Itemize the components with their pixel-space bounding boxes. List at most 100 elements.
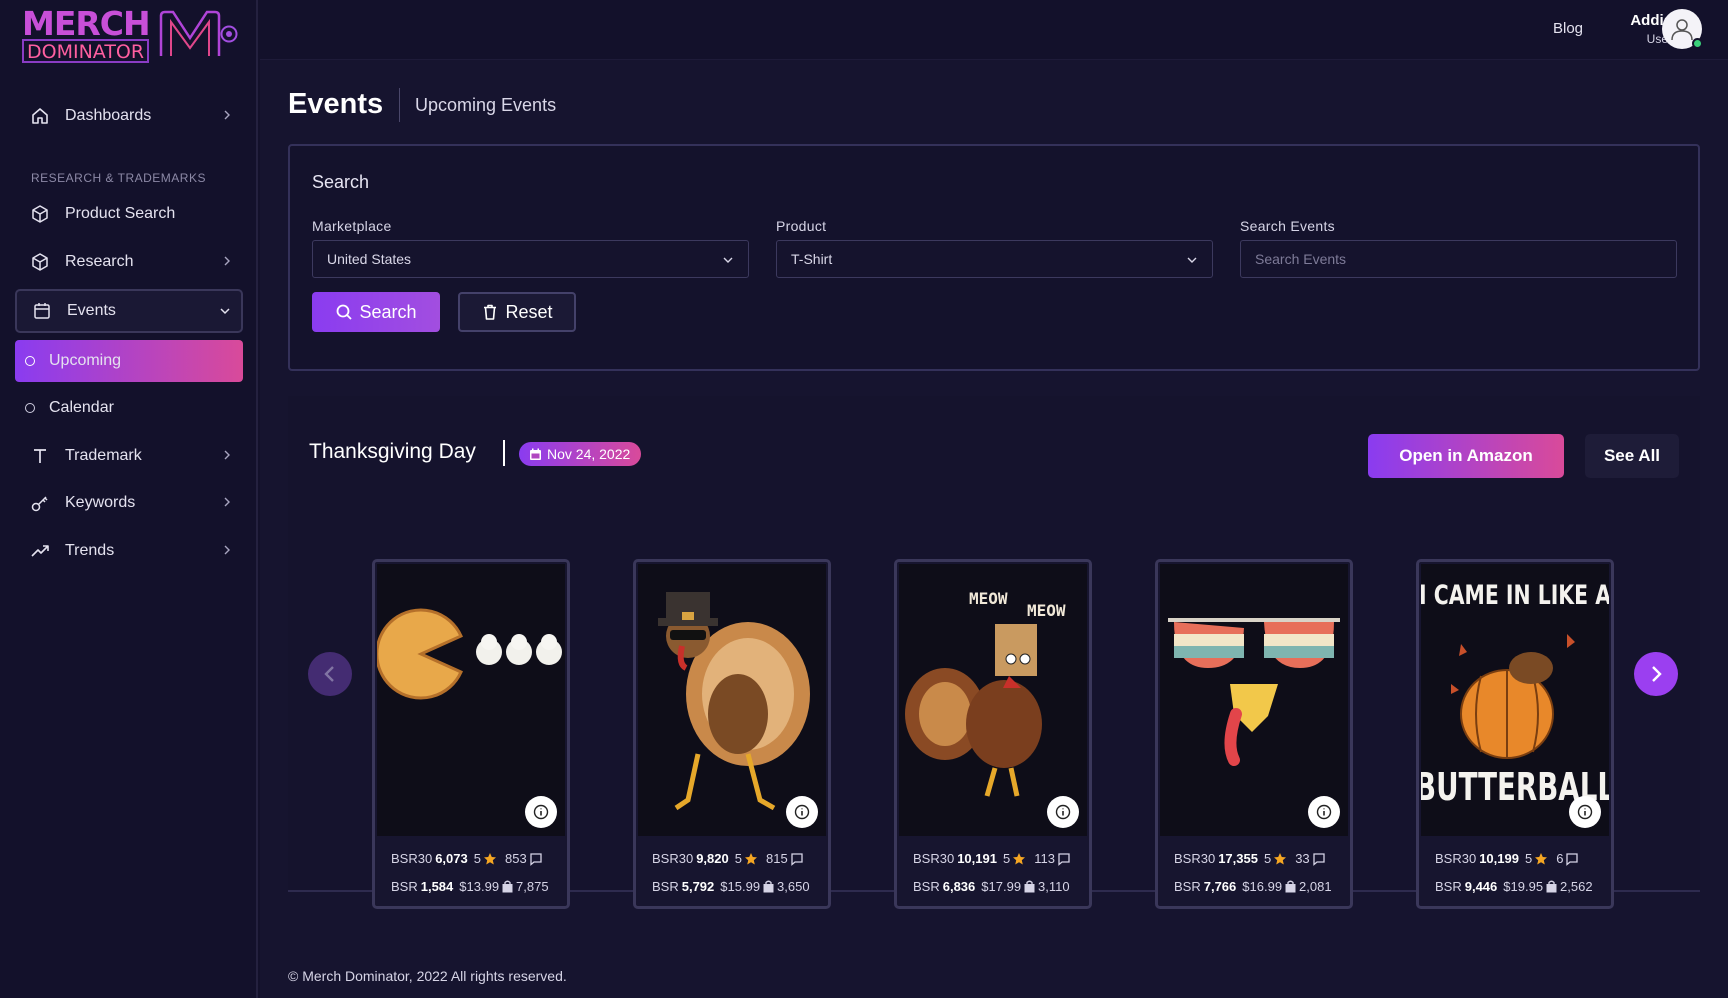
chevron-right-icon xyxy=(224,450,230,460)
logo-text-top: MERCH xyxy=(22,4,151,43)
chevron-down-icon xyxy=(220,308,230,315)
reviews-value: 815 xyxy=(765,851,788,866)
bsr30-value: 10,199 xyxy=(1479,851,1519,866)
product-image-meow[interactable]: MEOW MEOW xyxy=(899,564,1087,836)
bullet-icon xyxy=(25,356,35,366)
design-text-bottom: MEOW xyxy=(1027,601,1066,620)
product-image-sunglasses[interactable] xyxy=(1160,564,1348,836)
search-card-title: Search xyxy=(312,172,370,192)
home-icon xyxy=(29,105,51,127)
reviews-value: 113 xyxy=(1034,851,1055,866)
bsr30-value: 17,355 xyxy=(1218,851,1258,866)
user-icon xyxy=(1671,19,1693,41)
bag-icon xyxy=(1284,880,1297,893)
bsr-value: 6,836 xyxy=(942,879,976,894)
product-select[interactable]: T-Shirt xyxy=(776,240,1213,278)
price-value: $19.95 xyxy=(1503,879,1544,894)
product-stats-row-1: BSR30 10,199 5 6 xyxy=(1435,851,1581,866)
carousel-next-button[interactable] xyxy=(1634,652,1678,696)
chevron-down-icon xyxy=(1187,257,1197,263)
product-card[interactable]: MEOW MEOW BSR30 10,191 5 113 BSR 6,836 $17.99… xyxy=(894,559,1092,909)
section-label: RESEARCH & TRADEMARKS xyxy=(31,171,206,185)
sales-value: 3,650 xyxy=(777,879,810,894)
title-divider xyxy=(399,88,400,122)
info-button[interactable] xyxy=(525,796,557,828)
sidebar-item-research[interactable]: Research xyxy=(15,242,243,282)
star-icon xyxy=(1273,852,1287,866)
search-events-input[interactable] xyxy=(1240,240,1677,278)
sidebar-item-keywords[interactable]: Keywords xyxy=(15,483,243,523)
info-button[interactable] xyxy=(786,796,818,828)
reviews-value: 33 xyxy=(1295,851,1310,866)
product-card[interactable]: I CAME IN LIKE A BUTTERBALL BSR30 10,199 5… xyxy=(1416,559,1614,909)
product-stats-row-2: BSR 6,836 $17.99 3,110 xyxy=(913,879,1070,894)
carousel-prev-button[interactable] xyxy=(308,652,352,696)
bsr-value: 1,584 xyxy=(420,879,454,894)
sidebar-item-label: Trends xyxy=(65,542,115,559)
product-stats-row-2: BSR 1,584 $13.99 7,875 xyxy=(391,879,549,894)
event-divider xyxy=(503,440,505,466)
event-date-badge: Nov 24, 2022 xyxy=(519,442,642,466)
see-all-button[interactable]: See All xyxy=(1585,434,1679,478)
logo[interactable]: MERCH DOMINATOR xyxy=(22,4,221,64)
info-button[interactable] xyxy=(1569,796,1601,828)
sidebar-item-label: Trademark xyxy=(65,447,142,464)
price-value: $16.99 xyxy=(1242,879,1283,894)
page-title: Events xyxy=(288,88,384,120)
product-stats-row-2: BSR 5,792 $15.99 3,650 xyxy=(652,879,810,894)
sales-value: 2,081 xyxy=(1299,879,1332,894)
marketplace-value: United States xyxy=(327,251,412,267)
sunglasses-turkey-design-image xyxy=(1168,618,1340,766)
box-icon xyxy=(29,251,51,273)
text-icon xyxy=(29,445,51,467)
open-in-amazon-button[interactable]: Open in Amazon xyxy=(1368,434,1564,478)
key-icon xyxy=(29,492,51,514)
butterball-design-image: I CAME IN LIKE A BUTTERBALL xyxy=(1421,580,1609,809)
sidebar-item-trademark[interactable]: Trademark xyxy=(15,436,243,476)
info-icon xyxy=(1316,804,1332,820)
sidebar: MERCH DOMINATOR Dashboards RESEARCH & TR… xyxy=(0,0,258,998)
sidebar-item-trends[interactable]: Trends xyxy=(15,531,243,571)
product-card[interactable]: BSR30 6,073 5 853 BSR 1,584 $13.99 7,875 xyxy=(372,559,570,909)
sidebar-item-events[interactable]: Events xyxy=(15,289,243,333)
design-text-top: I CAME IN LIKE A xyxy=(1421,580,1609,611)
comment-icon xyxy=(1565,852,1579,866)
bag-icon xyxy=(762,880,775,893)
bsr30-value: 10,191 xyxy=(957,851,997,866)
chevron-right-icon xyxy=(224,256,230,266)
product-stats-row-2: BSR 7,766 $16.99 2,081 xyxy=(1174,879,1332,894)
marketplace-select[interactable]: United States xyxy=(312,240,749,278)
bsr30-value: 9,820 xyxy=(696,851,729,866)
blog-link[interactable]: Blog xyxy=(1553,20,1583,37)
comment-icon xyxy=(790,852,804,866)
reset-button[interactable]: Reset xyxy=(458,292,576,332)
online-status-dot xyxy=(1692,38,1703,49)
product-card[interactable]: BSR30 9,820 5 815 BSR 5,792 $15.99 3,650 xyxy=(633,559,831,909)
sidebar-toggle-icon[interactable] xyxy=(220,25,238,43)
reset-button-label: Reset xyxy=(505,301,553,322)
bsr-value: 7,766 xyxy=(1203,879,1237,894)
product-label: Product xyxy=(776,218,827,234)
info-button[interactable] xyxy=(1308,796,1340,828)
info-icon xyxy=(794,804,810,820)
rating-value: 5 xyxy=(473,851,481,866)
bsr-value: 5,792 xyxy=(681,879,715,894)
rating-value: 5 xyxy=(1263,851,1272,866)
sidebar-subitem-upcoming[interactable]: Upcoming xyxy=(15,340,243,382)
dabbing-turkey-design-image xyxy=(658,592,810,811)
info-button[interactable] xyxy=(1047,796,1079,828)
product-image-turkey[interactable] xyxy=(638,564,826,836)
sidebar-item-dashboards[interactable]: Dashboards xyxy=(15,96,243,136)
product-card[interactable]: BSR30 17,355 5 33 BSR 7,766 $16.99 2,081 xyxy=(1155,559,1353,909)
sidebar-subitem-label: Calendar xyxy=(49,399,114,416)
product-stats-row-1: BSR30 9,820 5 815 xyxy=(652,851,806,866)
price-value: $15.99 xyxy=(720,879,761,894)
sidebar-subitem-calendar[interactable]: Calendar xyxy=(15,387,243,429)
info-icon xyxy=(533,804,549,820)
sidebar-item-label: Keywords xyxy=(65,494,136,511)
product-image-butterball[interactable]: I CAME IN LIKE A BUTTERBALL xyxy=(1421,564,1609,836)
sidebar-item-product-search[interactable]: Product Search xyxy=(15,194,243,234)
search-card: Search Marketplace United States Product… xyxy=(288,144,1700,371)
search-button[interactable]: Search xyxy=(312,292,440,332)
product-image-pie[interactable] xyxy=(377,564,565,836)
